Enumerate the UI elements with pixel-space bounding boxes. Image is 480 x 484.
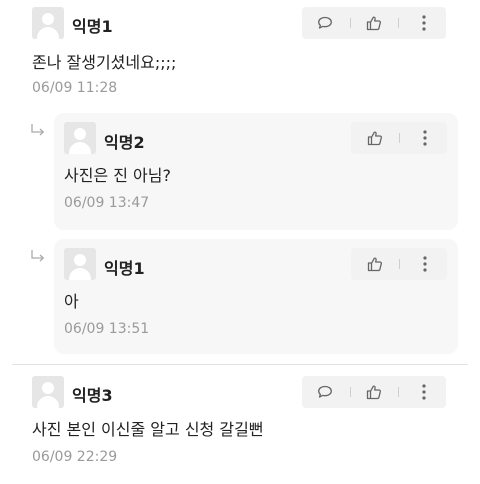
vertical-ellipsis-icon xyxy=(423,130,427,146)
reply-arrow-icon xyxy=(30,122,46,141)
reply-text: 사진은 진 아님? xyxy=(64,166,171,185)
comment-actions xyxy=(302,7,446,39)
more-button[interactable] xyxy=(409,376,439,408)
divider xyxy=(398,18,399,28)
comment-text: 사진 본인 이신줄 알고 신청 갈길뻔 xyxy=(32,420,264,439)
reply-time: 06/09 13:47 xyxy=(64,195,150,211)
reply-time: 06/09 13:51 xyxy=(64,321,150,337)
comment-actions xyxy=(302,376,446,408)
comment-divider xyxy=(12,364,468,365)
vertical-ellipsis-icon xyxy=(423,256,427,272)
avatar[interactable] xyxy=(32,376,64,408)
like-button[interactable] xyxy=(360,248,390,280)
reply-text: 아 xyxy=(64,292,79,311)
comment-text: 존나 잘생기셨네요;;;; xyxy=(32,53,177,72)
divider xyxy=(350,387,351,397)
reply-actions xyxy=(351,122,447,154)
speech-bubble-icon xyxy=(318,385,332,398)
more-button[interactable] xyxy=(410,122,440,154)
vertical-ellipsis-icon xyxy=(422,15,426,31)
reply-arrow-icon xyxy=(30,248,46,267)
divider xyxy=(350,18,351,28)
more-button[interactable] xyxy=(409,7,439,39)
reply-author: 익명2 xyxy=(104,133,145,152)
more-button[interactable] xyxy=(410,248,440,280)
divider xyxy=(398,387,399,397)
like-button[interactable] xyxy=(360,122,390,154)
avatar[interactable] xyxy=(64,122,96,154)
thumbs-up-icon xyxy=(367,257,382,272)
comment-time: 06/09 11:28 xyxy=(32,80,118,96)
reply-author: 익명1 xyxy=(104,259,145,278)
comment-author: 익명1 xyxy=(72,17,113,36)
reply-actions xyxy=(351,248,447,280)
divider xyxy=(399,133,400,143)
speech-bubble-icon xyxy=(318,16,332,29)
like-button[interactable] xyxy=(359,376,389,408)
reply-button[interactable] xyxy=(310,7,340,39)
like-button[interactable] xyxy=(359,7,389,39)
vertical-ellipsis-icon xyxy=(422,384,426,400)
avatar[interactable] xyxy=(64,248,96,280)
thumbs-up-icon xyxy=(366,16,381,31)
comment-author: 익명3 xyxy=(72,386,113,405)
comment-time: 06/09 22:29 xyxy=(32,449,118,465)
reply-item: 익명1 아 06/09 13:51 xyxy=(54,239,458,354)
thumbs-up-icon xyxy=(367,131,382,146)
avatar[interactable] xyxy=(32,7,64,39)
thumbs-up-icon xyxy=(366,385,381,400)
divider xyxy=(399,259,400,269)
reply-button[interactable] xyxy=(310,376,340,408)
reply-item: 익명2 사진은 진 아님? 06/09 13:47 xyxy=(54,113,458,230)
